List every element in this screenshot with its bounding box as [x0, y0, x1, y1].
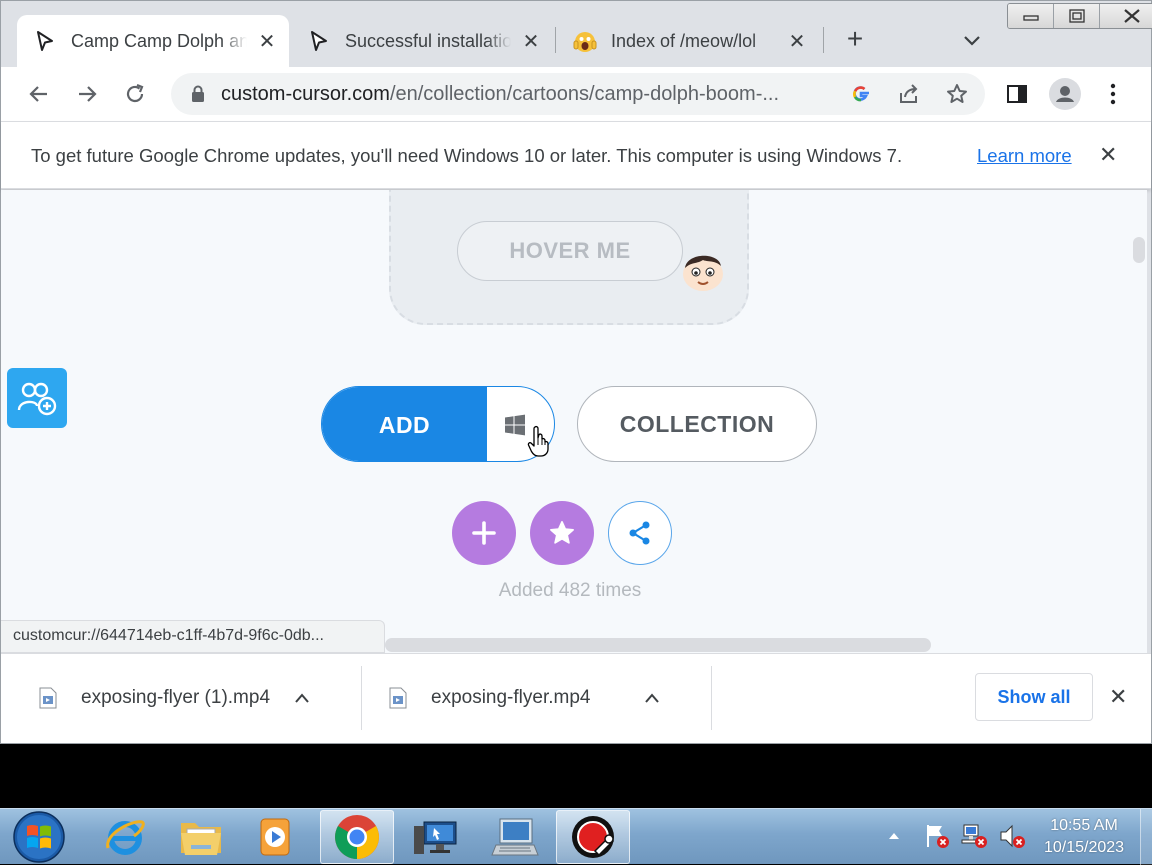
tab-camp-camp[interactable]: Camp Camp Dolph and ✕ — [17, 15, 289, 67]
windows-start-orb-icon — [13, 811, 65, 863]
favorite-button[interactable] — [530, 501, 594, 565]
tab-index-meow[interactable]: Index of /meow/lol ✕ — [557, 15, 819, 67]
more-vertical-icon — [1110, 83, 1116, 105]
forward-button[interactable] — [69, 76, 105, 112]
taskbar-clock[interactable]: 10:55 AM 10/15/2023 — [1030, 815, 1138, 859]
cursor-arrow-icon — [33, 29, 57, 53]
tab-search-chevron-icon[interactable] — [959, 27, 985, 53]
show-hidden-icons-icon[interactable] — [886, 828, 902, 844]
collection-button[interactable]: COLLECTION — [577, 386, 817, 462]
show-desktop-button[interactable] — [1140, 809, 1152, 865]
update-infobar: To get future Google Chrome updates, you… — [1, 121, 1151, 189]
remote-desktop-icon[interactable] — [398, 810, 472, 864]
url-path: /en/collection/cartoons/camp-dolph-boom-… — [389, 82, 780, 105]
start-button[interactable] — [10, 810, 68, 864]
tab-strip: Camp Camp Dolph and ✕ Successful install… — [1, 1, 1152, 67]
url-host: custom-cursor.com — [221, 82, 390, 105]
download-item[interactable]: exposing-flyer.mp4 — [389, 666, 663, 730]
tab-separator — [555, 27, 556, 53]
media-player-icon[interactable] — [238, 810, 312, 864]
profile-button[interactable] — [1047, 76, 1083, 112]
plus-icon — [472, 521, 496, 545]
hand-cursor-icon — [527, 425, 553, 457]
close-tab-icon[interactable]: ✕ — [521, 31, 541, 53]
group-add-icon — [17, 382, 57, 416]
network-status-icon[interactable] — [960, 823, 988, 849]
close-window-button[interactable] — [1100, 4, 1152, 28]
window-controls — [1007, 3, 1152, 29]
volume-muted-icon[interactable] — [998, 823, 1026, 849]
reload-icon — [126, 83, 144, 103]
new-tab-button[interactable]: + — [839, 25, 871, 53]
browser-toolbar: custom-cursor.com/en/collection/cartoons… — [1, 67, 1151, 121]
hover-me-button[interactable]: HOVER ME — [457, 221, 683, 281]
bookmark-star-icon[interactable] — [943, 80, 971, 108]
infobar-message: To get future Google Chrome updates, you… — [31, 145, 903, 166]
add-button-group: ADD — [321, 386, 555, 462]
download-separator — [711, 666, 712, 730]
plus-button[interactable] — [452, 501, 516, 565]
cursor-arrow-icon — [307, 29, 331, 53]
download-filename: exposing-flyer (1).mp4 — [81, 687, 271, 708]
share-icon — [629, 521, 650, 545]
action-center-flag-icon[interactable] — [924, 823, 950, 849]
video-file-icon — [389, 687, 407, 709]
menu-button[interactable] — [1095, 76, 1131, 112]
cartoon-cursor-icon — [677, 246, 729, 294]
close-tab-icon[interactable]: ✕ — [257, 31, 277, 53]
browser-window: Camp Camp Dolph and ✕ Successful install… — [0, 0, 1152, 744]
maximize-button[interactable] — [1054, 4, 1100, 28]
infobar-close-icon[interactable]: ✕ — [1099, 142, 1117, 168]
tab-title: Successful installation — [345, 30, 511, 51]
tab-title: Index of /meow/lol — [611, 30, 757, 51]
added-count-text: Added 482 times — [498, 580, 642, 601]
network-computer-icon[interactable] — [478, 810, 552, 864]
internet-explorer-icon[interactable] — [88, 810, 162, 864]
chrome-icon[interactable] — [320, 810, 394, 864]
minimize-button[interactable] — [1008, 4, 1054, 28]
learn-more-link[interactable]: Learn more — [977, 145, 1072, 167]
vertical-scrollbar-thumb[interactable] — [1133, 237, 1145, 263]
windows-explorer-icon[interactable] — [164, 810, 238, 864]
windows-taskbar: 10:55 AM 10/15/2023 — [0, 808, 1152, 865]
download-shelf-close-icon[interactable]: ✕ — [1109, 684, 1127, 710]
download-shelf: exposing-flyer (1).mp4 exposing-flyer.mp… — [1, 653, 1151, 743]
reload-button[interactable] — [117, 76, 153, 112]
tab-title: Camp Camp Dolph and — [71, 30, 247, 51]
google-lens-icon[interactable] — [847, 80, 875, 108]
side-panel-button[interactable] — [999, 76, 1035, 112]
back-arrow-icon — [29, 86, 47, 102]
share-button[interactable] — [608, 501, 672, 565]
back-button[interactable] — [21, 76, 57, 112]
tab-successful-installation[interactable]: Successful installation ✕ — [291, 15, 553, 67]
video-file-icon — [39, 687, 57, 709]
side-panel-icon — [1007, 85, 1027, 103]
system-tray — [886, 823, 1026, 849]
show-all-button[interactable]: Show all — [975, 673, 1093, 721]
address-bar[interactable]: custom-cursor.com/en/collection/cartoons… — [171, 73, 985, 115]
share-page-icon[interactable] — [895, 80, 923, 108]
status-bubble-url: customcur://644714eb-c1ff-4b7d-9f6c-0db.… — [1, 620, 385, 653]
windows-icon — [504, 414, 525, 436]
close-tab-icon[interactable]: ✕ — [787, 31, 807, 53]
cursor-tool-icon[interactable] — [556, 810, 630, 864]
lock-icon[interactable] — [189, 84, 207, 104]
screaming-emoji-icon — [573, 29, 597, 53]
profile-avatar-icon — [1049, 78, 1081, 110]
add-users-widget[interactable] — [7, 368, 67, 428]
url-text[interactable]: custom-cursor.com/en/collection/cartoons… — [221, 83, 831, 106]
chevron-up-icon[interactable] — [291, 687, 313, 709]
star-icon — [550, 521, 574, 544]
tab-separator — [823, 27, 824, 53]
download-filename: exposing-flyer.mp4 — [431, 687, 591, 708]
page-content: HOVER ME ADD COLLECTION Added 482 times … — [1, 190, 1147, 653]
clock-time: 10:55 AM — [1050, 817, 1118, 834]
chevron-up-icon[interactable] — [641, 687, 663, 709]
download-item[interactable]: exposing-flyer (1).mp4 — [39, 666, 313, 730]
download-separator — [361, 666, 362, 730]
horizontal-scrollbar[interactable] — [385, 638, 931, 652]
clock-date: 10/15/2023 — [1043, 839, 1125, 856]
forward-arrow-icon — [79, 86, 97, 102]
add-button[interactable]: ADD — [322, 387, 487, 461]
